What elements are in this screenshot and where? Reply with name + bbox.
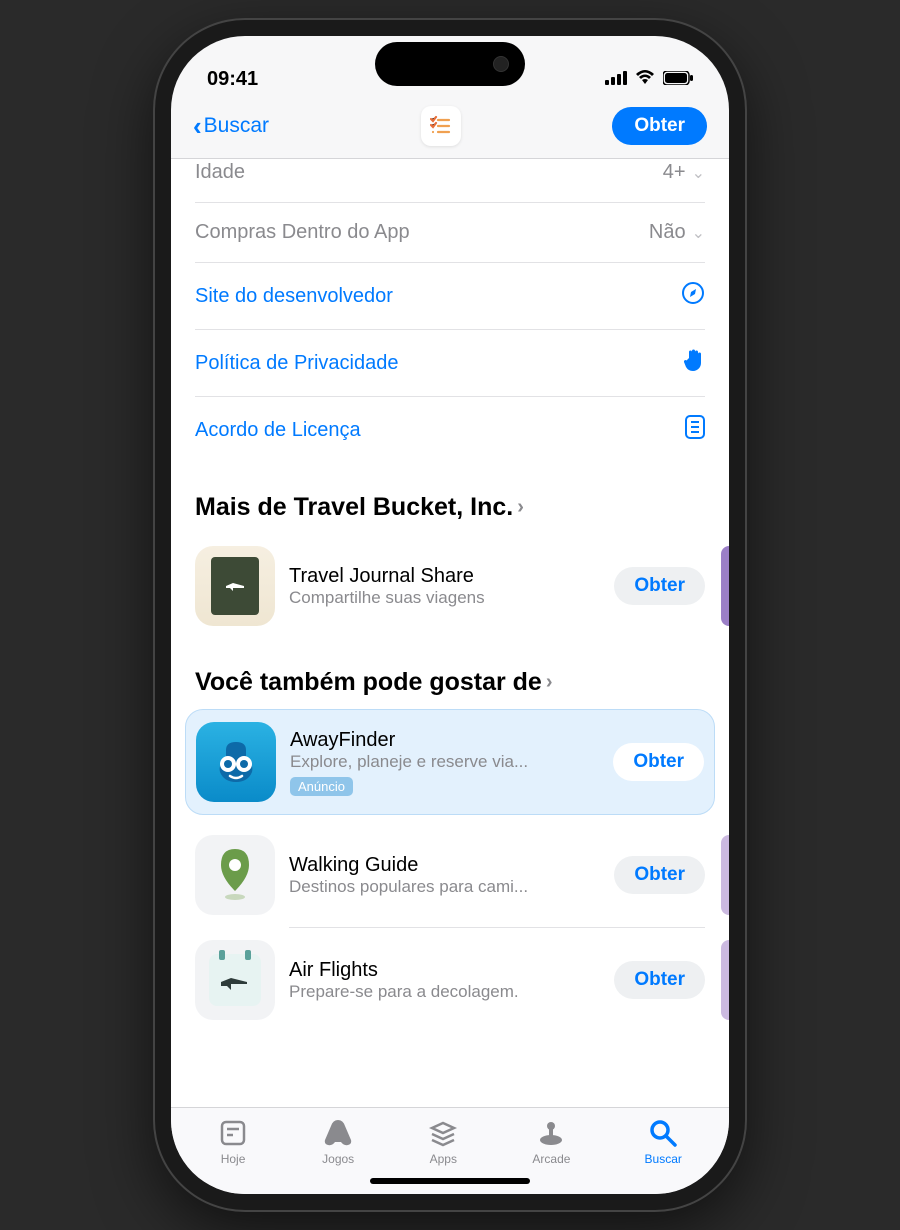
link-label: Site do desenvolvedor (195, 285, 393, 308)
app-subtitle: Prepare-se para a decolagem. (289, 982, 600, 1002)
battery-icon (663, 68, 693, 91)
cellular-icon (605, 68, 627, 91)
section-also-like[interactable]: Você também pode gostar de › (195, 638, 705, 709)
info-value: Não (649, 221, 686, 244)
app-card-awayfinder[interactable]: AwayFinder Explore, planeje e reserve vi… (185, 709, 715, 815)
back-button[interactable]: ‹ Buscar (193, 111, 269, 142)
tab-label: Hoje (221, 1152, 246, 1166)
info-value: 4+ (663, 161, 686, 184)
app-card-walking-guide[interactable]: Walking Guide Destinos populares para ca… (195, 823, 705, 927)
tab-label: Buscar (645, 1152, 682, 1166)
chevron-down-icon: ⌄ (692, 223, 705, 243)
chevron-right-icon: › (517, 496, 524, 519)
get-button[interactable]: Obter (613, 743, 704, 781)
tab-label: Arcade (532, 1152, 570, 1166)
get-button[interactable]: Obter (614, 961, 705, 999)
tab-label: Apps (430, 1152, 457, 1166)
section-title-text: Você também pode gostar de (195, 668, 542, 697)
tab-today[interactable]: Hoje (218, 1118, 248, 1166)
app-name: AwayFinder (290, 729, 599, 752)
info-row-privacy[interactable]: Política de Privacidade (195, 329, 705, 396)
get-button[interactable]: Obter (614, 567, 705, 605)
status-time: 09:41 (207, 68, 258, 91)
info-row-iap[interactable]: Compras Dentro do App Não ⌄ (195, 202, 705, 262)
app-subtitle: Destinos populares para cami... (289, 877, 600, 897)
tab-arcade[interactable]: Arcade (532, 1118, 570, 1166)
info-label: Compras Dentro do App (195, 221, 410, 244)
tab-games[interactable]: Jogos (322, 1118, 354, 1166)
hand-icon (683, 348, 705, 378)
app-name: Travel Journal Share (289, 565, 600, 588)
next-card-peek (721, 835, 729, 915)
nav-header: ‹ Buscar Obter (171, 96, 729, 159)
chevron-left-icon: ‹ (193, 111, 202, 142)
tab-apps[interactable]: Apps (428, 1118, 458, 1166)
document-icon (685, 415, 705, 445)
compass-icon (681, 281, 705, 311)
link-label: Política de Privacidade (195, 352, 398, 375)
app-name: Walking Guide (289, 854, 600, 877)
tab-search[interactable]: Buscar (645, 1118, 682, 1166)
chevron-right-icon: › (546, 671, 553, 694)
app-icon (195, 835, 275, 915)
ad-badge: Anúncio (290, 777, 353, 796)
get-button-header[interactable]: Obter (612, 107, 707, 145)
tab-label: Jogos (322, 1152, 354, 1166)
app-subtitle: Explore, planeje e reserve via... (290, 752, 599, 772)
info-row-age[interactable]: Idade 4+ ⌄ (195, 159, 705, 202)
next-card-peek (721, 940, 729, 1020)
next-card-peek (721, 546, 729, 626)
app-chip-icon[interactable] (421, 106, 461, 146)
content-scroll[interactable]: Idade 4+ ⌄ Compras Dentro do App Não ⌄ Sit… (171, 159, 729, 1107)
app-card-travel-journal[interactable]: Travel Journal Share Compartilhe suas vi… (195, 534, 705, 638)
wifi-icon (634, 68, 656, 91)
screen: 09:41 ‹ Buscar Obter (171, 36, 729, 1194)
section-title-text: Mais de Travel Bucket, Inc. (195, 493, 513, 522)
back-label: Buscar (204, 114, 269, 138)
phone-frame: 09:41 ‹ Buscar Obter (155, 20, 745, 1210)
app-icon (195, 546, 275, 626)
app-name: Air Flights (289, 959, 600, 982)
section-more-from[interactable]: Mais de Travel Bucket, Inc. › (195, 463, 705, 534)
info-row-license[interactable]: Acordo de Licença (195, 396, 705, 463)
app-icon (195, 940, 275, 1020)
app-card-air-flights[interactable]: Air Flights Prepare-se para a decolagem.… (195, 928, 705, 1032)
link-label: Acordo de Licença (195, 419, 361, 442)
get-button[interactable]: Obter (614, 856, 705, 894)
info-row-devsite[interactable]: Site do desenvolvedor (195, 262, 705, 329)
app-subtitle: Compartilhe suas viagens (289, 588, 600, 608)
dynamic-island (375, 42, 525, 86)
home-indicator[interactable] (370, 1178, 530, 1184)
app-icon (196, 722, 276, 802)
chevron-down-icon: ⌄ (692, 163, 705, 183)
info-label: Idade (195, 161, 245, 184)
